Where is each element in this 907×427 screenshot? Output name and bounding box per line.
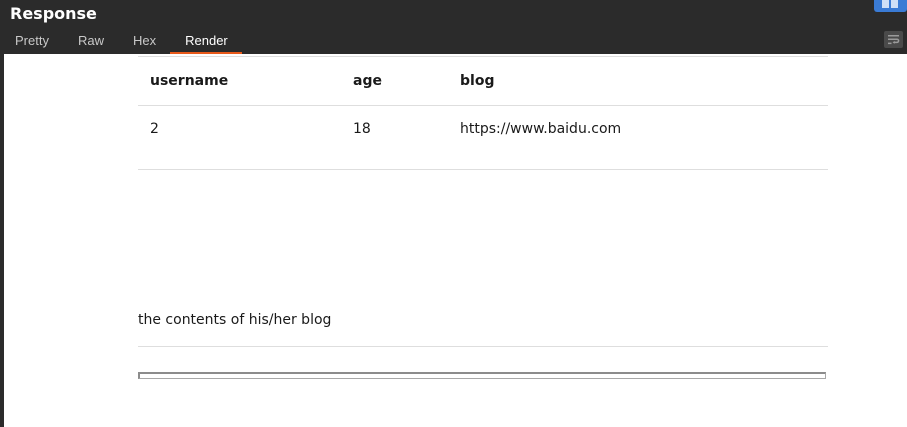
column-header-username: username (138, 56, 341, 106)
column-header-blog: blog (448, 56, 828, 106)
tab-render[interactable]: Render (170, 30, 242, 54)
response-header: Response Pretty Raw Hex Render (0, 0, 907, 54)
blog-content-text: the contents of his/her blog (138, 312, 332, 328)
table-header-row: username age blog (138, 56, 828, 106)
tab-pretty[interactable]: Pretty (0, 30, 63, 52)
layout-toggle-button[interactable] (874, 0, 907, 12)
wrap-lines-button[interactable] (884, 31, 903, 48)
content-divider (138, 346, 828, 347)
cell-username: 2 (138, 105, 341, 170)
user-table: username age blog 2 18 https://www.baidu… (138, 56, 828, 170)
view-tabs: Pretty Raw Hex Render (0, 30, 242, 54)
tab-raw[interactable]: Raw (63, 30, 118, 52)
wrap-lines-icon (888, 35, 900, 45)
cell-blog: https://www.baidu.com (448, 105, 828, 170)
layout-columns-icon-right (891, 0, 898, 8)
table-row: 2 18 https://www.baidu.com (138, 105, 828, 170)
rendered-page: username age blog 2 18 https://www.baidu… (138, 56, 828, 379)
panel-title: Response (10, 4, 97, 23)
content-textarea[interactable] (138, 372, 826, 379)
tab-hex[interactable]: Hex (118, 30, 170, 52)
layout-columns-icon (882, 0, 889, 8)
column-header-age: age (341, 56, 448, 106)
render-view: username age blog 2 18 https://www.baidu… (4, 54, 907, 427)
cell-age: 18 (341, 105, 448, 170)
